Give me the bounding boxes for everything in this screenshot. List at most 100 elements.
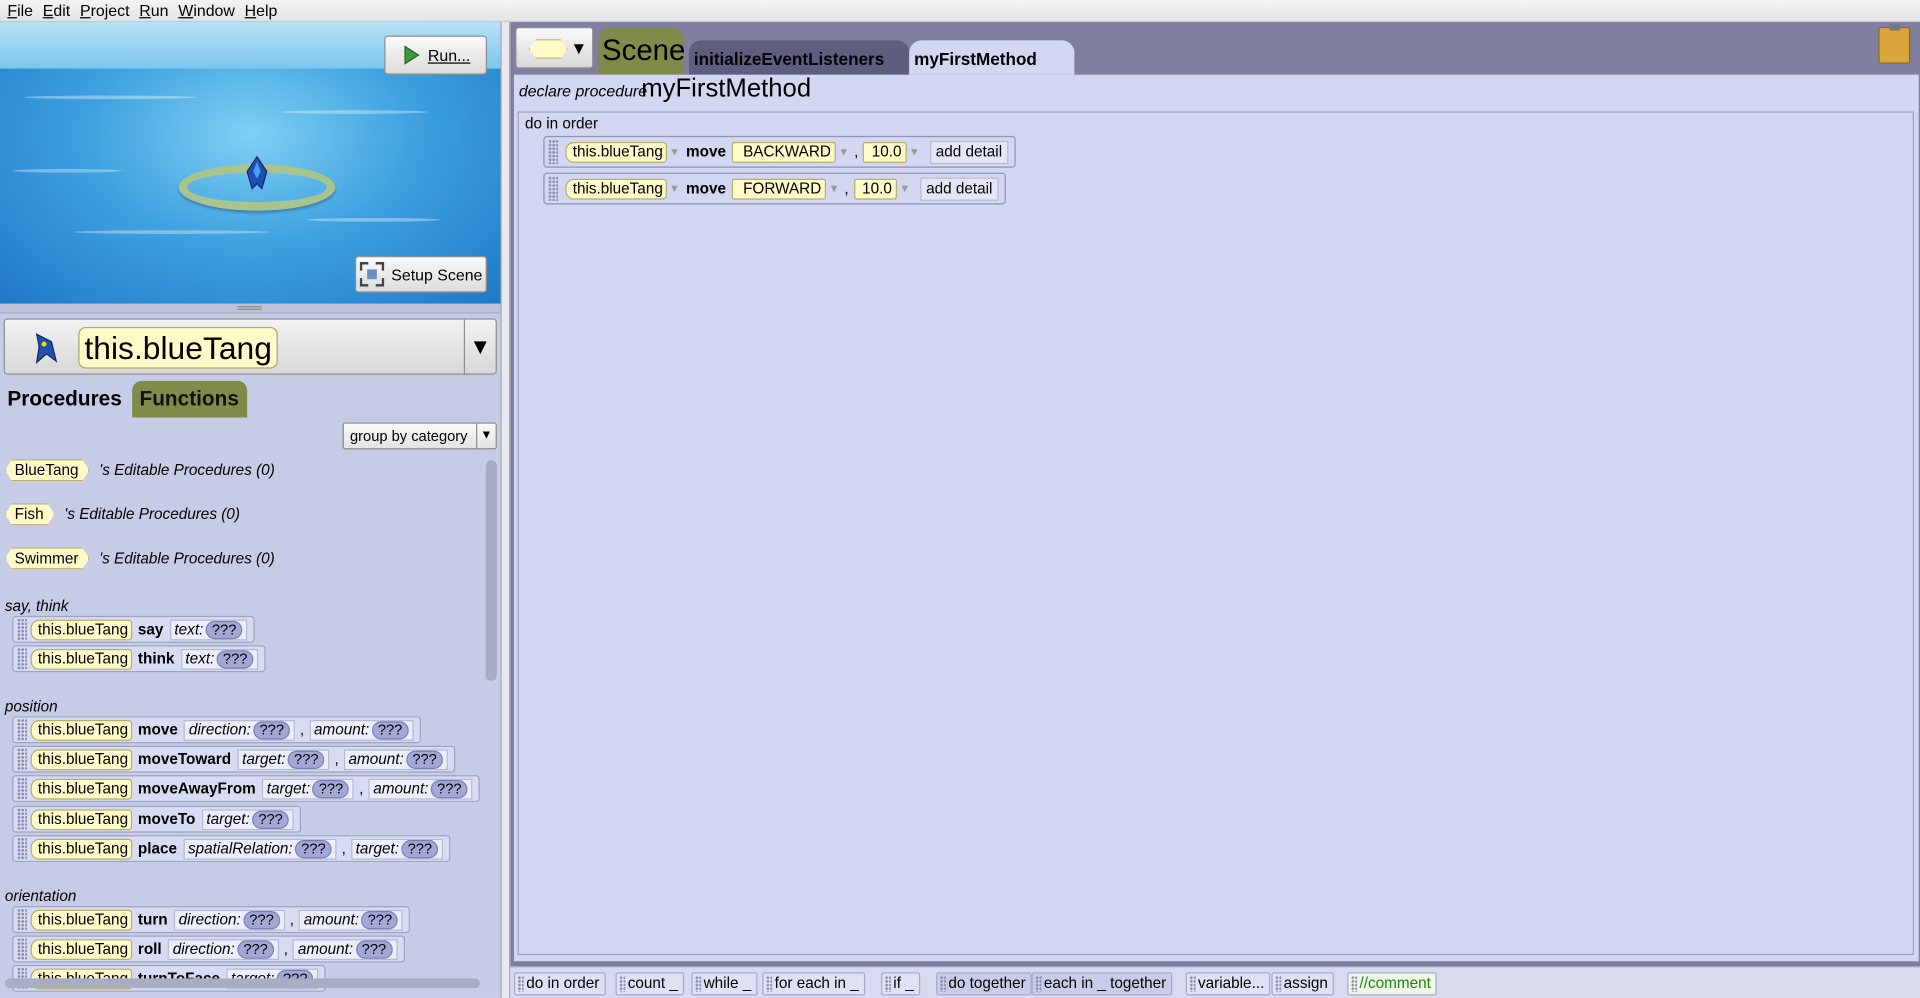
- type-tile[interactable]: Swimmer: [5, 547, 90, 569]
- comment-tile[interactable]: //comment: [1347, 972, 1438, 996]
- think-block[interactable]: this.blueTang think text:???: [12, 645, 266, 673]
- drag-handle[interactable]: [17, 748, 27, 771]
- drag-handle[interactable]: [17, 647, 27, 670]
- do-in-order-tile[interactable]: do in order: [513, 972, 606, 996]
- param-amount: amount:???: [292, 938, 398, 960]
- each-in-together-tile[interactable]: each in _ together: [1031, 972, 1173, 996]
- param-placeholder[interactable]: ???: [355, 939, 393, 959]
- say-block[interactable]: this.blueTang say text:???: [12, 615, 255, 643]
- param-placeholder[interactable]: ???: [205, 620, 243, 639]
- type-tile[interactable]: BlueTang: [5, 459, 90, 481]
- move-block[interactable]: this.blueTang move direction:???, amount:??…: [12, 716, 421, 744]
- place-block[interactable]: this.blueTang place spatialRelation:???, ta…: [12, 835, 451, 863]
- param-placeholder[interactable]: ???: [430, 779, 468, 798]
- tab-initialize-event-listeners[interactable]: initializeEventListeners: [688, 40, 910, 75]
- comma: ,: [283, 940, 289, 958]
- group-by-select[interactable]: group by category ▼: [342, 422, 497, 450]
- palette-vertical-scrollbar[interactable]: [485, 460, 497, 681]
- add-detail-button[interactable]: add detail: [929, 140, 1009, 164]
- chevron-down-icon[interactable]: ▼: [669, 182, 680, 194]
- move-toward-block[interactable]: this.blueTang moveToward target:???, amount…: [12, 745, 456, 773]
- object-tile[interactable]: this.blueTang: [565, 141, 667, 163]
- statement-move-backward[interactable]: this.blueTang ▼ move BACKWARD ▼ , 10.0 ▼ ad…: [543, 135, 1016, 168]
- param-placeholder[interactable]: ???: [252, 810, 289, 829]
- menu-bar: File Edit Project Run Window Help: [0, 0, 1920, 23]
- vertical-splitter[interactable]: [500, 22, 511, 998]
- group-by-dropdown-arrow[interactable]: ▼: [476, 423, 496, 449]
- direction-value[interactable]: FORWARD: [732, 178, 827, 199]
- menu-project-label: roject: [90, 1, 130, 20]
- roll-block[interactable]: this.blueTang roll direction:???, amount:??…: [12, 935, 405, 963]
- run-button[interactable]: Run...: [384, 35, 488, 75]
- chevron-down-icon[interactable]: ▼: [899, 182, 910, 194]
- palette-horizontal-scrollbar[interactable]: [4, 978, 480, 989]
- param-placeholder[interactable]: ???: [361, 910, 399, 929]
- menu-help[interactable]: Help: [245, 1, 278, 19]
- statement-move-forward[interactable]: this.blueTang ▼ move FORWARD ▼ , 10.0 ▼ add…: [543, 172, 1006, 205]
- param-direction: direction:???: [167, 938, 279, 960]
- move-to-block[interactable]: this.blueTang moveTo target:???: [12, 805, 302, 833]
- amount-value[interactable]: 10.0: [863, 141, 907, 163]
- instance-selector[interactable]: this.blueTang ▼: [3, 318, 497, 375]
- param-placeholder[interactable]: ???: [287, 750, 325, 769]
- param-placeholder[interactable]: ???: [253, 720, 291, 739]
- scene-preview[interactable]: Run... Setup Scene: [0, 22, 501, 304]
- drag-handle[interactable]: [17, 718, 27, 741]
- editable-procedures-label: 's Editable Procedures (0): [99, 549, 275, 567]
- turn-block[interactable]: this.blueTang turn direction:???, amount:??…: [12, 906, 411, 934]
- tab-scene[interactable]: Scene: [598, 28, 685, 75]
- drag-handle[interactable]: [17, 837, 27, 860]
- amount-value[interactable]: 10.0: [853, 178, 897, 199]
- for-each-in-tile[interactable]: for each in _: [762, 972, 865, 996]
- tab-functions[interactable]: Functions: [132, 380, 248, 418]
- drag-handle[interactable]: [17, 937, 27, 961]
- if-tile[interactable]: if _: [881, 972, 920, 996]
- do-in-order-container[interactable]: do in order this.blueTang ▼ move BACKWARD…: [517, 111, 1914, 956]
- param-placeholder[interactable]: ???: [237, 939, 274, 959]
- object-tile[interactable]: this.blueTang: [565, 178, 667, 199]
- splitter-grip[interactable]: [237, 306, 262, 310]
- menu-edit-mnemonic: E: [42, 1, 54, 20]
- menu-edit[interactable]: Edit: [43, 1, 70, 19]
- drag-handle[interactable]: [548, 139, 559, 165]
- menu-file[interactable]: File: [7, 1, 33, 19]
- tab-procedures[interactable]: Procedures: [0, 380, 128, 418]
- param-placeholder[interactable]: ???: [216, 649, 254, 668]
- chevron-down-icon[interactable]: ▼: [669, 146, 680, 158]
- menu-window[interactable]: Window: [178, 1, 235, 19]
- declare-procedure-label: declare procedure: [518, 82, 648, 101]
- drag-handle[interactable]: [17, 777, 27, 800]
- chevron-down-icon[interactable]: ▼: [838, 146, 849, 158]
- instance-dropdown-arrow[interactable]: ▼: [463, 319, 496, 374]
- param-placeholder[interactable]: ???: [243, 910, 280, 929]
- menu-project[interactable]: Project: [80, 1, 130, 19]
- assign-tile[interactable]: assign: [1271, 972, 1335, 996]
- variable-tile[interactable]: variable...: [1185, 972, 1271, 996]
- move-away-from-block[interactable]: this.blueTang moveAwayFrom target:???, amou…: [12, 775, 480, 803]
- type-selector-button[interactable]: ▼: [515, 26, 594, 69]
- type-tile[interactable]: Fish: [5, 503, 55, 525]
- menu-help-mnemonic: H: [244, 1, 257, 20]
- chevron-down-icon[interactable]: ▼: [829, 182, 840, 194]
- while-tile[interactable]: while _: [691, 972, 758, 996]
- chevron-down-icon[interactable]: ▼: [909, 146, 920, 158]
- horizontal-splitter[interactable]: [0, 303, 501, 314]
- param-placeholder[interactable]: ???: [312, 779, 350, 798]
- drag-handle[interactable]: [17, 908, 27, 931]
- tab-my-first-method[interactable]: myFirstMethod: [909, 40, 1075, 75]
- param-placeholder[interactable]: ???: [406, 750, 443, 769]
- setup-scene-button[interactable]: Setup Scene: [354, 255, 488, 293]
- param-placeholder[interactable]: ???: [371, 720, 409, 739]
- param-placeholder[interactable]: ???: [401, 839, 439, 858]
- do-together-tile[interactable]: do together: [936, 972, 1032, 996]
- menu-run[interactable]: Run: [139, 1, 168, 19]
- param-placeholder[interactable]: ???: [295, 839, 332, 858]
- param-target: target:???: [201, 808, 294, 830]
- clipboard-icon[interactable]: [1878, 24, 1911, 64]
- drag-handle[interactable]: [548, 176, 559, 201]
- drag-handle[interactable]: [17, 618, 27, 641]
- direction-value[interactable]: BACKWARD: [732, 141, 836, 163]
- count-tile[interactable]: count _: [615, 972, 685, 996]
- drag-handle[interactable]: [17, 808, 27, 831]
- add-detail-button[interactable]: add detail: [919, 176, 999, 201]
